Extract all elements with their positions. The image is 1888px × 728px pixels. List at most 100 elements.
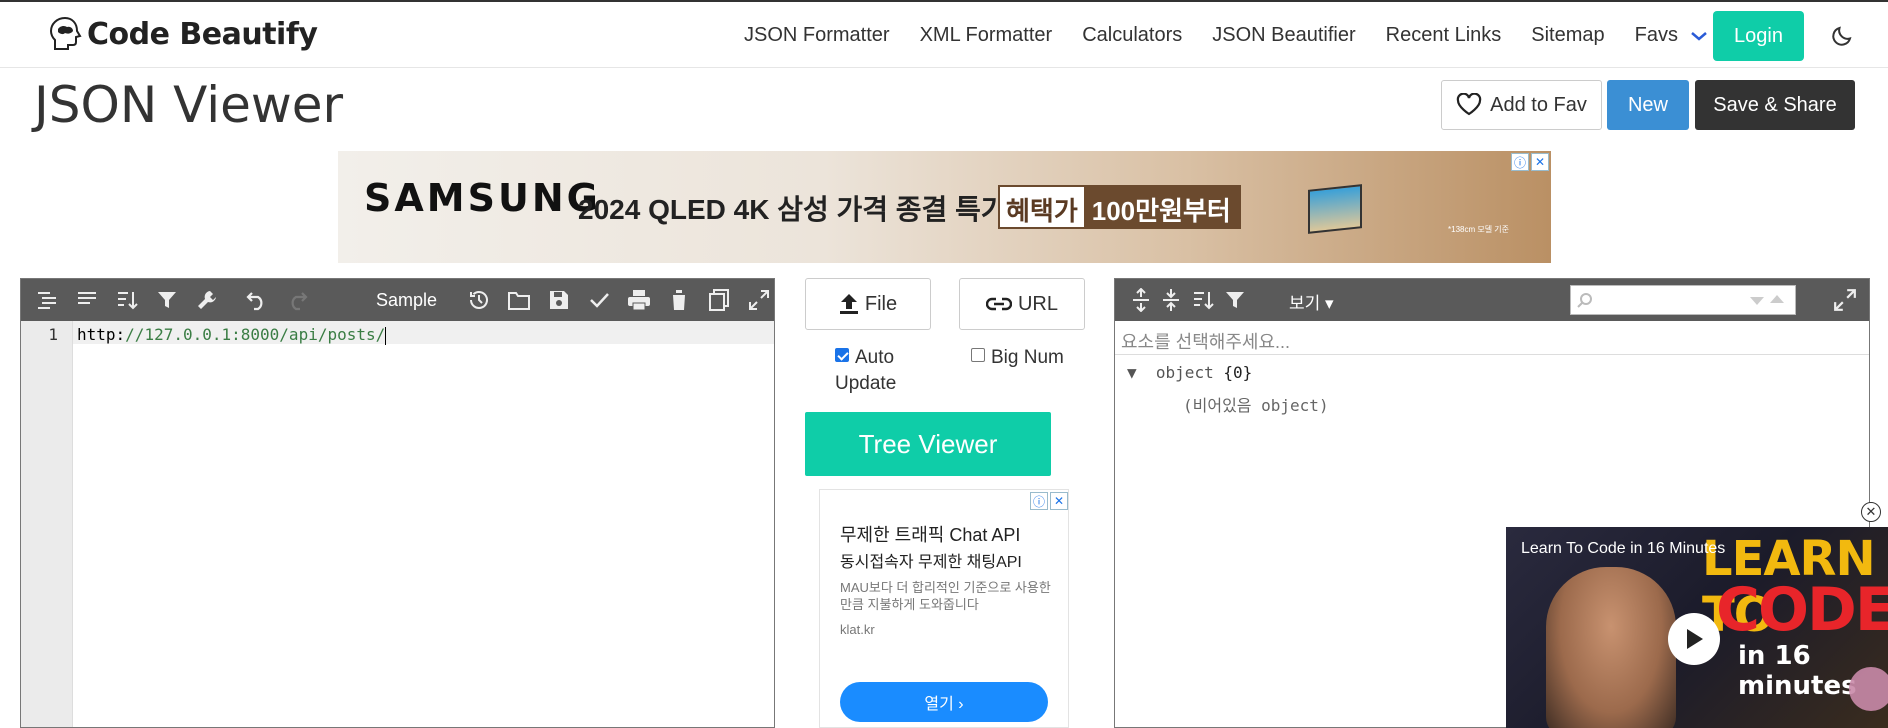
side-ad[interactable]: ⓘ ✕ 무제한 트래픽 Chat API 동시접속자 무제한 채팅API MAU…	[819, 489, 1069, 728]
url-label: URL	[1017, 292, 1058, 315]
side-ad-open-button[interactable]: 열기 ›	[840, 682, 1048, 722]
editor-toolbar: Sample	[21, 279, 774, 321]
banner-ad-headline: 2024 QLED 4K 삼성 가격 종결 특가!	[578, 194, 1016, 225]
nav-xml-formatter[interactable]: XML Formatter	[920, 24, 1053, 47]
collapse-all-icon[interactable]	[1157, 286, 1185, 314]
auto-update-check[interactable]	[835, 348, 849, 362]
thumb-line2: CODE	[1716, 575, 1888, 645]
big-num-checkbox[interactable]: Big Num	[971, 345, 1064, 371]
filter-icon[interactable]	[153, 286, 181, 314]
nav-recent-links[interactable]: Recent Links	[1386, 24, 1502, 47]
add-to-fav-button[interactable]: Add to Fav	[1441, 80, 1602, 130]
nav-json-formatter[interactable]: JSON Formatter	[744, 24, 890, 47]
banner-ad[interactable]: SAMSUNG 2024 QLED 4K 삼성 가격 종결 특가! 혜택가 10…	[338, 151, 1551, 263]
side-ad-url: klat.kr	[840, 622, 875, 637]
side-ad-line2: 동시접속자 무제한 채팅API	[840, 554, 1022, 571]
search-prev-icon[interactable]	[1769, 294, 1785, 304]
banner-ad-note: *138cm 모델 기준	[1448, 225, 1510, 234]
big-num-check[interactable]	[971, 348, 985, 362]
banner-ad-tag: 혜택가 100만원부터	[998, 185, 1241, 229]
save-icon[interactable]	[545, 286, 573, 314]
text-cursor	[385, 326, 387, 345]
video-close-icon[interactable]: ✕	[1861, 502, 1881, 522]
line-gutter: 1	[21, 321, 73, 727]
expand-all-icon[interactable]	[1127, 286, 1155, 314]
filter-icon[interactable]	[1221, 286, 1249, 314]
banner-ad-tag-b: 100만원부터	[1083, 187, 1239, 227]
viewer-search-input[interactable]	[1570, 285, 1796, 315]
play-button[interactable]	[1668, 613, 1720, 665]
banner-ad-tag-a: 혜택가	[1000, 187, 1084, 227]
ad-close-icon[interactable]: ✕	[1050, 492, 1068, 510]
redo-icon[interactable]	[283, 286, 311, 314]
nav-calculators[interactable]: Calculators	[1082, 24, 1182, 47]
ad-close-icon[interactable]: ✕	[1531, 153, 1549, 171]
play-icon	[1687, 629, 1703, 649]
middle-controls: File URL Auto Update Big Num Tree Viewer…	[789, 265, 1097, 728]
add-to-fav-label: Add to Fav	[1490, 93, 1587, 116]
chat-badge-icon[interactable]	[1849, 667, 1888, 711]
compact-icon[interactable]	[73, 286, 101, 314]
viewer-status-bar: 요소를 선택해주세요...	[1115, 321, 1869, 355]
sample-button[interactable]: Sample	[376, 290, 437, 311]
brand-name: Code Beautify	[87, 16, 318, 52]
sort-icon[interactable]	[1189, 286, 1217, 314]
tree-root-node[interactable]: ▼ object {0}	[1127, 363, 1252, 382]
sort-icon[interactable]	[113, 286, 141, 314]
tree-empty-note: (비어있음 object)	[1183, 396, 1329, 415]
login-button[interactable]: Login	[1713, 11, 1804, 61]
file-button[interactable]: File	[805, 278, 931, 330]
upload-icon	[839, 294, 858, 314]
banner-ad-brand: SAMSUNG	[364, 176, 601, 220]
validate-check-icon[interactable]	[585, 286, 613, 314]
dark-mode-toggle-icon[interactable]	[1830, 24, 1854, 48]
view-mode-dropdown[interactable]: 보기 ▾	[1289, 289, 1334, 314]
video-title: Learn To Code in 16 Minutes	[1521, 540, 1726, 557]
chevron-down-icon	[1691, 31, 1707, 41]
editor-content-prefix: http:	[77, 325, 126, 344]
link-icon	[985, 297, 1012, 311]
undo-icon[interactable]	[243, 286, 271, 314]
fullscreen-icon[interactable]	[745, 286, 773, 314]
format-icon[interactable]	[33, 286, 61, 314]
nav-links: JSON Formatter XML Formatter Calculators…	[744, 24, 1708, 47]
copy-icon[interactable]	[705, 286, 733, 314]
side-ad-line1: 무제한 트래픽 Chat API	[840, 525, 1021, 545]
nav-sitemap[interactable]: Sitemap	[1531, 24, 1604, 47]
nav-favs-dropdown[interactable]: Favs	[1635, 24, 1708, 47]
json-input-editor[interactable]: Sample 1 http://127.0.0.1:8000/api/posts…	[20, 278, 775, 728]
tree-viewer-button[interactable]: Tree Viewer	[805, 412, 1051, 476]
wrench-icon[interactable]	[193, 286, 221, 314]
collapse-triangle-icon[interactable]: ▼	[1127, 363, 1137, 382]
brand-logo-icon	[49, 16, 82, 50]
file-label: File	[864, 292, 898, 315]
video-player[interactable]: LEARN TO CODE in 16 minutes Learn To Cod…	[1506, 527, 1888, 728]
url-button[interactable]: URL	[959, 278, 1085, 330]
editor-content[interactable]: http://127.0.0.1:8000/api/posts/	[77, 325, 387, 345]
search-next-icon[interactable]	[1749, 296, 1765, 306]
page-title: JSON Viewer	[34, 76, 344, 134]
new-button[interactable]: New	[1607, 80, 1689, 130]
fullscreen-icon[interactable]	[1833, 288, 1857, 312]
viewer-toolbar: 보기 ▾	[1115, 279, 1869, 321]
folder-icon[interactable]	[505, 286, 533, 314]
tree-root-count: {0}	[1223, 363, 1253, 382]
save-share-button[interactable]: Save & Share	[1695, 80, 1855, 130]
side-ad-description: MAU보다 더 합리적인 기준으로 사용한 만큼 지불하게 도와줍니다	[840, 580, 1051, 612]
ad-info-icon[interactable]: ⓘ	[1511, 153, 1529, 171]
ad-info-icon[interactable]: ⓘ	[1030, 492, 1048, 510]
auto-update-checkbox[interactable]: Auto Update	[835, 345, 945, 397]
print-icon[interactable]	[625, 286, 653, 314]
history-icon[interactable]	[465, 286, 493, 314]
editor-content-literal: //127.0.0.1:8000/api/posts/	[125, 325, 386, 344]
brand[interactable]: Code Beautify	[45, 14, 318, 54]
presenter-image	[1546, 567, 1676, 728]
tree-root-key: object	[1155, 363, 1214, 382]
trash-icon[interactable]	[665, 286, 693, 314]
favs-label: Favs	[1634, 24, 1678, 46]
nav-json-beautifier[interactable]: JSON Beautifier	[1212, 24, 1355, 47]
search-icon	[1577, 293, 1592, 308]
tv-image	[1308, 184, 1362, 234]
navbar: Code Beautify JSON Formatter XML Formatt…	[0, 2, 1888, 68]
heart-icon	[1456, 93, 1482, 116]
